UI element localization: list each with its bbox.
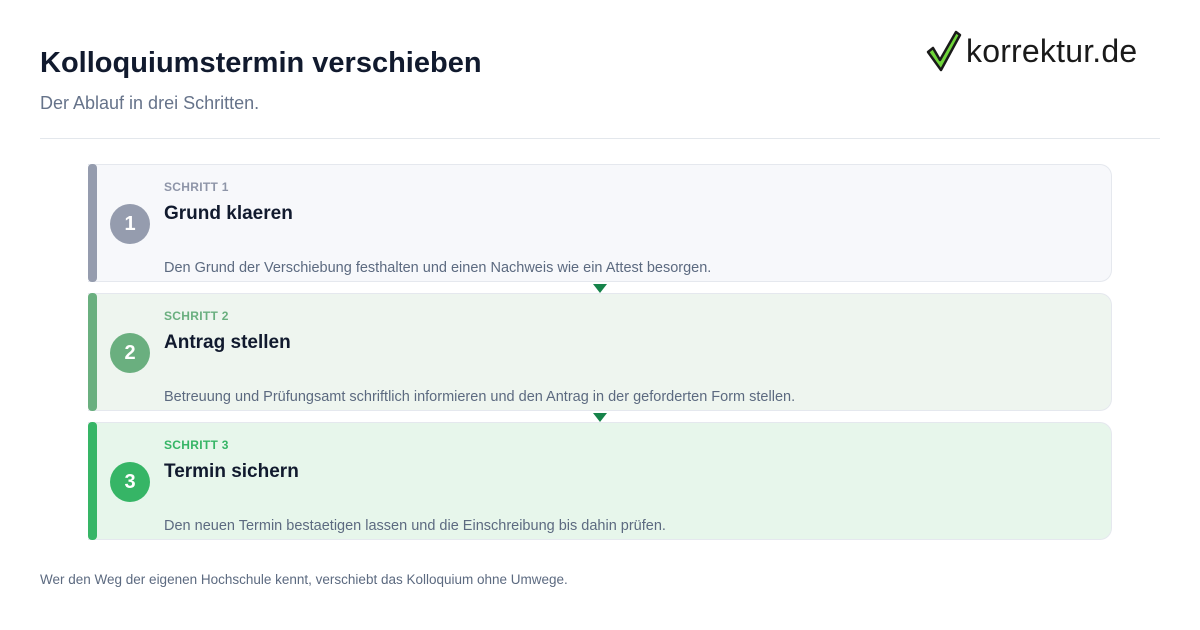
checkmark-icon [926,30,962,72]
header-divider [40,138,1160,139]
step-accent-bar [88,164,97,282]
step-number-badge: 1 [110,204,150,244]
header: Kolloquiumstermin verschieben Der Ablauf… [40,44,482,115]
step-accent-bar [88,293,97,411]
logo-text: korrektur.de [966,33,1138,69]
step-kicker: SCHRITT 3 [164,438,229,452]
step-card-2: 2 SCHRITT 2 Antrag stellen Betreuung und… [88,293,1112,411]
connector-arrow-icon [593,284,607,293]
step-card-1: 1 SCHRITT 1 Grund klaeren Den Grund der … [88,164,1112,282]
page-subtitle: Der Ablauf in drei Schritten. [40,93,260,113]
logo[interactable]: korrektur.de [926,30,1137,72]
step-description: Betreuung und Prüfungsamt schriftlich in… [164,389,796,405]
step-number-badge: 3 [110,462,150,502]
connector-arrow-icon [593,413,607,422]
page-title: Kolloquiumstermin verschieben [40,47,482,79]
step-kicker: SCHRITT 2 [164,309,229,323]
step-title: Grund klaeren [164,203,293,224]
step-title: Antrag stellen [164,332,291,353]
step-title: Termin sichern [164,461,299,482]
step-accent-bar [88,422,97,540]
step-description: Den neuen Termin bestaetigen lassen und … [164,518,666,534]
footer-note: Wer den Weg der eigenen Hochschule kennt… [40,572,568,587]
step-number-badge: 2 [110,333,150,373]
step-kicker: SCHRITT 1 [164,180,229,194]
step-card-3: 3 SCHRITT 3 Termin sichern Den neuen Ter… [88,422,1112,540]
step-description: Den Grund der Verschiebung festhalten un… [164,260,712,276]
